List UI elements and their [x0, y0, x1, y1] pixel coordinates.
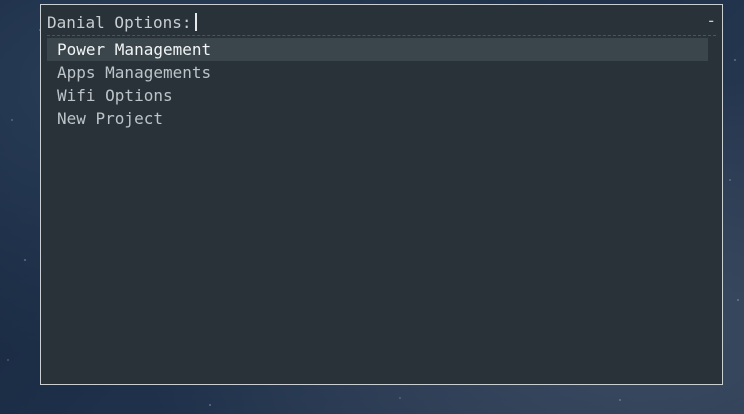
separator [47, 35, 716, 36]
prompt-label: Danial Options: [47, 12, 192, 32]
text-cursor [194, 13, 197, 31]
list-item-wifi-options[interactable]: Wifi Options [47, 84, 708, 107]
search-input[interactable] [192, 13, 197, 31]
options-list: Power Management Apps Managements Wifi O… [47, 38, 708, 130]
list-item-new-project[interactable]: New Project [47, 107, 708, 130]
list-item-power-management[interactable]: Power Management [47, 38, 708, 61]
case-indicator: - [706, 11, 716, 30]
input-bar[interactable]: Danial Options: - [47, 11, 716, 33]
list-item-apps-managements[interactable]: Apps Managements [47, 61, 708, 84]
launcher-window: Danial Options: - Power Management Apps … [40, 4, 723, 385]
